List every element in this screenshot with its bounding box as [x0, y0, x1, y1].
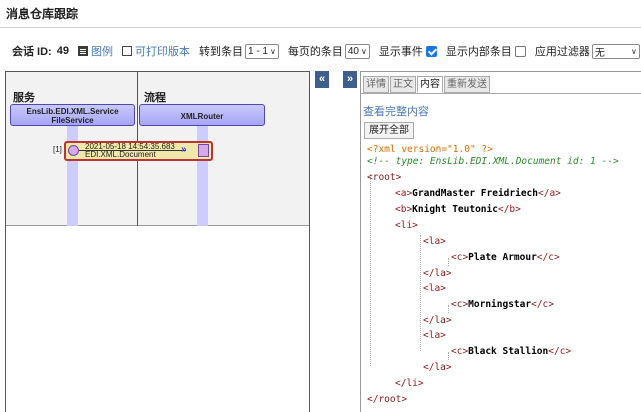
legend-link[interactable]: 图例: [91, 43, 113, 59]
xml-declaration: <?xml version="1.0" ?>: [367, 144, 493, 155]
title-divider: [0, 27, 641, 28]
indent-guide: [420, 235, 421, 351]
printable-icon[interactable]: [121, 46, 132, 56]
xml-c-element: <c>Morningstar</c>: [451, 299, 554, 310]
toolbar: 会话 ID: 49 图例 可打印版本 转到条目 1 - 1 ∨ 每页的条目 40 ∨…: [12, 42, 640, 60]
view-full-contents-link[interactable]: 查看完整内容: [363, 103, 429, 119]
legend-icon[interactable]: [77, 46, 88, 56]
xml-root-open[interactable]: <root>: [367, 172, 401, 184]
host-service-line1: EnsLib.EDI.XML.Service: [26, 107, 119, 116]
show-events-checkbox[interactable]: [425, 45, 437, 57]
message-source-circle: [68, 145, 79, 156]
processes-column-header: 流程: [144, 92, 166, 104]
chevron-down-icon: ∨: [630, 46, 637, 56]
xml-comment: <!-- type: EnsLib.EDI.XML.Document id: 1…: [367, 156, 619, 167]
xml-la-open[interactable]: <la>: [423, 330, 446, 342]
indent-guide: [448, 305, 449, 313]
message-target-square: [198, 144, 209, 157]
show-events-label: 显示事件: [378, 46, 423, 58]
tab-body[interactable]: 正文: [390, 76, 416, 93]
session-label: 会话 ID:: [12, 46, 52, 58]
host-service-box[interactable]: EnsLib.EDI.XML.Service FileService: [10, 104, 135, 126]
message-type: EDI.XML.Document: [85, 150, 156, 159]
xml-la-open[interactable]: <la>: [423, 236, 446, 248]
xml-li-close: </li>: [395, 378, 424, 389]
session-id: 49: [56, 45, 69, 57]
goto-select[interactable]: 1 - 1 ∨: [244, 43, 279, 59]
chevron-down-icon: ∨: [270, 46, 276, 56]
detail-panel: 详情 正文 内容 重新发送 查看完整内容 展开全部 <?xml version=…: [360, 71, 641, 412]
show-internal-label: 显示内部条目: [445, 46, 512, 58]
xml-la-close: </la>: [423, 268, 452, 279]
indent-guide: [448, 258, 449, 266]
indent-guide: [448, 352, 449, 360]
tab-resend[interactable]: 重新发送: [444, 76, 490, 93]
filter-select[interactable]: 无 ∨: [591, 43, 640, 59]
double-arrow-icon: »: [181, 144, 187, 155]
detail-tabs: 详情 正文 内容 重新发送: [363, 76, 491, 93]
xml-la-close: </la>: [423, 315, 452, 326]
expand-right-button[interactable]: »: [343, 71, 357, 88]
per-page-select[interactable]: 40 ∨: [344, 43, 370, 59]
xml-b-element: <b>Knight Teutonic</b>: [395, 204, 521, 215]
tab-contents[interactable]: 内容: [417, 76, 443, 93]
goto-value: 1 - 1: [247, 45, 268, 57]
message-index: [1]: [53, 145, 62, 154]
host-service-line2: FileService: [51, 116, 94, 125]
show-internal-checkbox[interactable]: [514, 45, 526, 57]
per-page-value: 40: [347, 45, 359, 57]
xml-c-element: <c>Plate Armour</c>: [451, 252, 560, 263]
xml-c-element: <c>Black Stallion</c>: [451, 346, 572, 357]
per-page-label: 每页的条目: [287, 46, 343, 58]
tab-details[interactable]: 详情: [363, 76, 389, 93]
chevron-down-icon: ∨: [360, 46, 367, 56]
goto-label: 转到条目: [198, 46, 243, 58]
xml-la-close: </la>: [423, 362, 452, 373]
xml-a-element: <a>GrandMaster Freidriech</a>: [395, 188, 561, 199]
diagram-header: 服务 流程 EnsLib.EDI.XML.Service FileService…: [6, 72, 309, 226]
printable-version-link[interactable]: 可打印版本: [135, 43, 190, 59]
xml-root-close: </root>: [367, 394, 408, 405]
xml-la-open[interactable]: <la>: [423, 283, 446, 295]
filter-label: 应用过滤器: [534, 46, 590, 58]
page-title: 消息仓库跟踪: [6, 7, 79, 21]
message-row[interactable]: 2021-05-18 14:54:35.683 EDI.XML.Document…: [64, 141, 213, 161]
indent-guide: [370, 174, 371, 366]
tab-divider: [361, 93, 641, 94]
collapse-left-button[interactable]: «: [315, 71, 329, 88]
filter-value: 无: [594, 47, 605, 59]
trace-diagram: 服务 流程 EnsLib.EDI.XML.Service FileService…: [5, 71, 310, 412]
expand-all-button[interactable]: 展开全部: [364, 122, 414, 139]
xml-li-open[interactable]: <li>: [395, 220, 418, 232]
services-column-header: 服务: [13, 92, 35, 104]
host-process-box[interactable]: XMLRouter: [139, 104, 265, 126]
host-process-label: XMLRouter: [180, 112, 224, 121]
